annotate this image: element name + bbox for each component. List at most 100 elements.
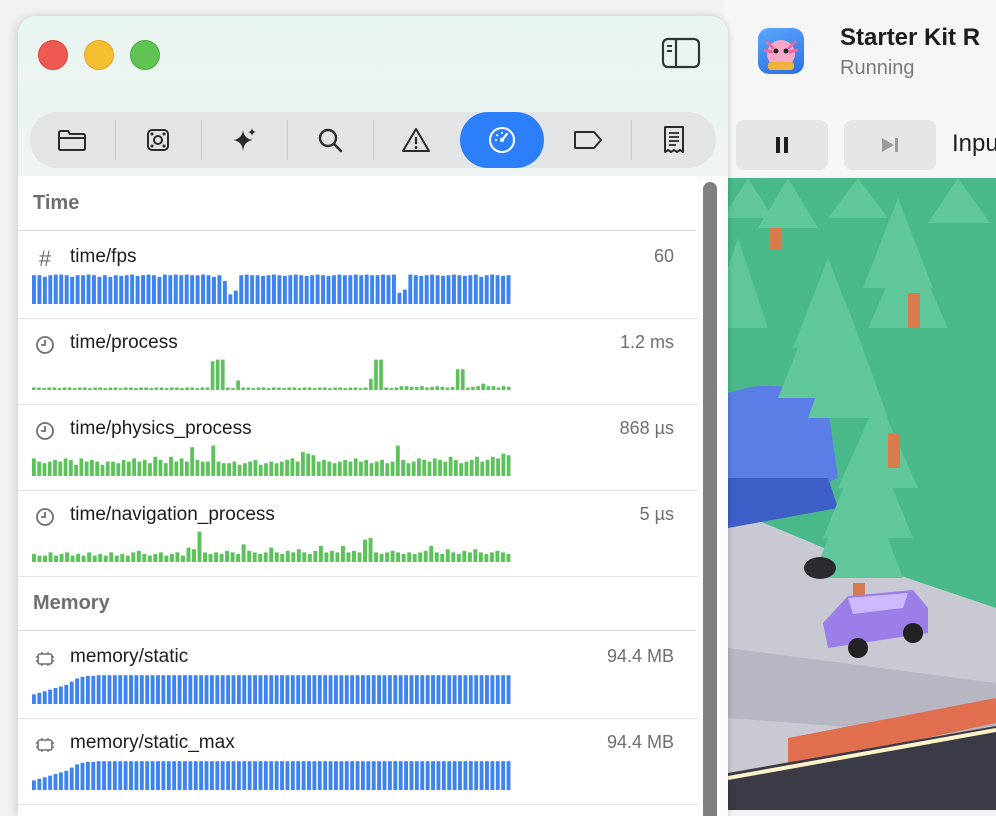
sparkline-bar [285, 761, 290, 790]
monitor-name: time/physics_process [70, 418, 252, 439]
sparkline-bar [209, 675, 214, 704]
sparkline-bar [200, 387, 205, 390]
sparkline-bar [506, 275, 511, 304]
sparkline-bar [162, 274, 167, 304]
sparkline-bar [496, 458, 500, 476]
sparkline-bar [323, 675, 328, 704]
sparkline-bar [432, 458, 437, 476]
sparkline-bar [353, 458, 358, 476]
sparkline-bar [467, 552, 472, 562]
sparkline-bar [381, 274, 386, 304]
sparkline-bar [37, 778, 42, 790]
monitor-row-memory-static[interactable]: memory/static 94.4 MB [18, 632, 698, 719]
monitor-row-memory-static-max[interactable]: memory/static_max 94.4 MB [18, 718, 698, 805]
input-label[interactable]: Inpu [952, 130, 996, 158]
sparkline-bar [225, 550, 230, 562]
sparkline-bar [129, 761, 133, 790]
monitor-list[interactable]: Time # time/fps 60 time/process 1.2 ms t… [18, 176, 698, 816]
tab-issues[interactable] [374, 112, 458, 168]
sparkline-bar [306, 453, 311, 476]
sparkline-bar [328, 675, 333, 704]
tab-monitors[interactable] [460, 112, 544, 168]
sparkline-bar [357, 552, 362, 562]
monitor-value: 868 µs [619, 418, 674, 438]
sparkline-bar [496, 387, 501, 390]
sparkline-bar [412, 554, 417, 562]
sparkline-bar [436, 675, 441, 704]
sparkline-bar [247, 675, 252, 704]
sparkline-bar [96, 675, 101, 704]
sparkline-bar [457, 275, 462, 304]
tab-search[interactable] [288, 112, 372, 168]
sparkline-bar [495, 550, 500, 562]
tab-scene[interactable] [116, 112, 200, 168]
pause-button[interactable] [736, 120, 828, 170]
minimize-button[interactable] [84, 40, 114, 70]
sparkline-bar [136, 550, 141, 562]
sparkline-bar [144, 387, 149, 390]
sparkline-bar [312, 388, 317, 390]
zoom-button[interactable] [130, 40, 160, 70]
sparkline-bar [404, 386, 409, 390]
sparkline-bar [174, 387, 179, 390]
sparkline-bar [366, 675, 371, 704]
monitor-row-fps[interactable]: # time/fps 60 [18, 232, 698, 319]
sparkline-bar [131, 552, 136, 562]
sparkline-bar [91, 675, 96, 704]
scrollbar[interactable] [700, 182, 720, 816]
sidebar-toggle-button[interactable] [661, 36, 701, 70]
sparkline-bar [374, 359, 378, 390]
sparkline-bar [385, 552, 390, 562]
sparkline-bar [274, 675, 279, 704]
sparkline-bar [506, 761, 511, 790]
monitor-row-physics-process[interactable]: time/physics_process 868 µs [18, 404, 698, 491]
tab-effects[interactable] [202, 112, 286, 168]
sparkline-bar [364, 460, 369, 476]
game-window: Starter Kit R Running Inpu [724, 0, 996, 810]
sparkline-bar [190, 275, 195, 304]
sparkline-bar [292, 387, 297, 390]
sparkline [32, 445, 511, 476]
sparkline-bar [91, 761, 96, 790]
app-title: Starter Kit R [840, 24, 981, 51]
game-viewport[interactable] [728, 178, 996, 810]
sparkline-bar [302, 387, 307, 390]
sparkline-bar [434, 552, 439, 562]
sparkline-bar [431, 761, 435, 790]
sparkline-bar [263, 761, 268, 790]
sparkline-bar [335, 552, 340, 562]
sparkline-bar [96, 761, 101, 790]
monitor-row-navigation-process[interactable]: time/navigation_process 5 µs [18, 490, 698, 577]
sparkline-bar [86, 274, 91, 304]
sparkline-bar [425, 761, 430, 790]
sparkline-bar [107, 675, 112, 704]
tab-files[interactable] [30, 112, 114, 168]
sparkline-bar [186, 547, 191, 562]
folder-icon [58, 130, 86, 151]
sparkline-bar [363, 387, 368, 390]
sparkline-bar [118, 388, 123, 390]
sparkline-bar [301, 452, 305, 476]
sparkline-bar [491, 386, 496, 390]
sparkline-bar [401, 460, 406, 476]
sparkline-bar [386, 275, 391, 304]
sparkline-bar [307, 387, 312, 390]
close-button[interactable] [38, 40, 68, 70]
step-forward-button[interactable] [844, 120, 936, 170]
sparkline-bar [192, 549, 196, 562]
sparkline-bar [311, 455, 316, 476]
sparkline-bar [32, 554, 36, 562]
sparkline-bar [81, 555, 86, 562]
sparkline-bar [369, 463, 374, 476]
sparkline-bar [75, 275, 80, 304]
monitor-row-process[interactable]: time/process 1.2 ms [18, 318, 698, 405]
sparkline-bar [408, 274, 413, 304]
search-icon [318, 128, 343, 153]
sparkline-bar [32, 387, 36, 390]
sparkline-bar [430, 386, 434, 390]
scroll-thumb[interactable] [703, 182, 717, 816]
sparkline-bar [352, 550, 356, 562]
tab-tags[interactable] [546, 112, 630, 168]
tab-log[interactable] [632, 112, 716, 168]
sparkline-bar [280, 761, 284, 790]
